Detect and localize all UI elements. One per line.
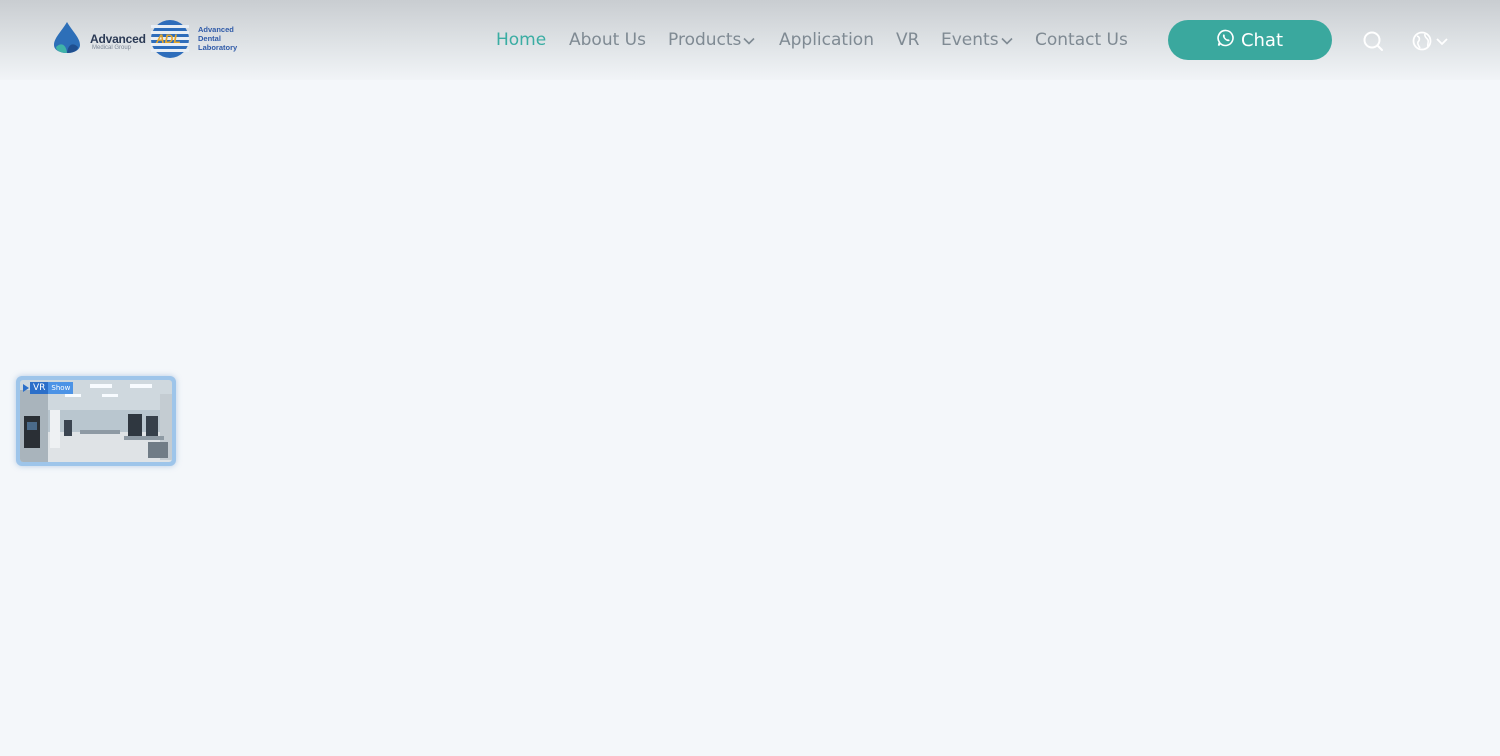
language-selector[interactable] <box>1412 30 1452 52</box>
vr-badge-label: VR <box>30 382 49 394</box>
vr-badge: VR Show <box>22 382 74 394</box>
svg-text:ADL: ADL <box>155 32 181 46</box>
play-icon <box>22 379 30 398</box>
globe-icon <box>1412 31 1448 51</box>
vr-badge-show-label: Show <box>48 382 74 394</box>
chat-button-label: Chat <box>1240 29 1284 51</box>
nav-item-label: Products <box>668 30 742 50</box>
chat-button[interactable]: Chat <box>1168 20 1332 60</box>
nav-item-vr[interactable]: VR <box>896 28 919 52</box>
search-icon[interactable] <box>1362 30 1384 52</box>
nav-item-label: About Us <box>569 30 646 50</box>
vr-show-widget[interactable]: VR Show <box>16 376 176 466</box>
nav-item-home[interactable]: Home <box>496 28 546 52</box>
nav-item-label: Application <box>779 30 874 50</box>
logo-amg-name: Advanced <box>90 32 146 46</box>
whatsapp-icon <box>1217 29 1235 51</box>
nav-item-events[interactable]: Events <box>941 28 1013 52</box>
nav-item-contact-us[interactable]: Contact Us <box>1035 28 1128 52</box>
nav-item-about-us[interactable]: About Us <box>569 28 646 52</box>
nav-item-products[interactable]: Products <box>668 28 755 52</box>
site-logo[interactable]: ADL Advanced Medical Group Advanced Dent… <box>52 18 238 62</box>
logo-adl-line-3: Laboratory <box>198 43 238 52</box>
nav-item-label: Home <box>496 30 547 50</box>
nav-item-label: Events <box>941 30 999 50</box>
chevron-down-icon <box>743 28 755 52</box>
nav-item-application[interactable]: Application <box>779 28 874 52</box>
logo-amg-subtitle: Medical Group <box>92 45 132 51</box>
nav-item-label: Contact Us <box>1035 30 1128 50</box>
site-header: ADL Advanced Medical Group Advanced Dent… <box>0 0 1500 80</box>
nav-item-label: VR <box>896 30 920 50</box>
chevron-down-icon <box>1000 28 1013 52</box>
